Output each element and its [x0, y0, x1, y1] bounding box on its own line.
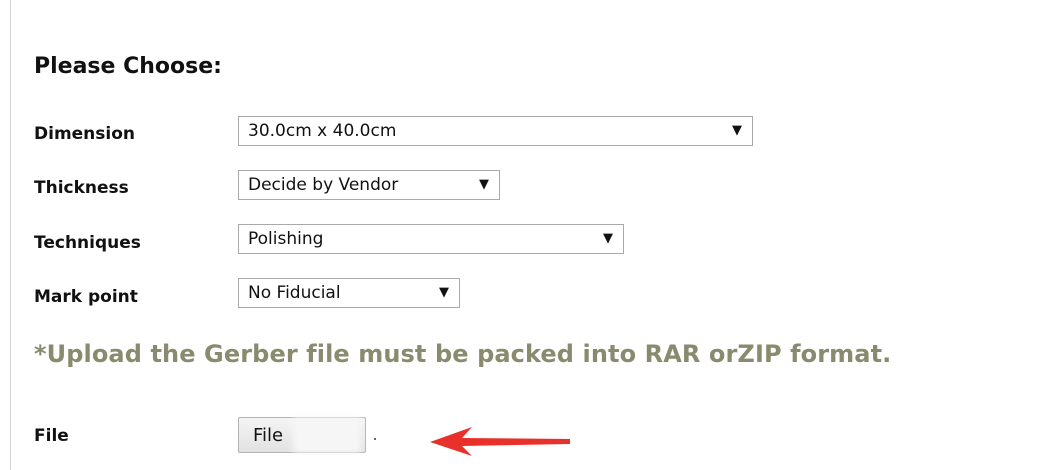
dimension-select[interactable]: 30.0cm x 40.0cm ▼ [238, 116, 753, 146]
chevron-down-icon: ▼ [603, 231, 613, 246]
chevron-down-icon: ▼ [439, 285, 449, 300]
file-choose-button[interactable]: File [238, 417, 366, 453]
thickness-selected-value: Decide by Vendor [248, 175, 399, 195]
upload-format-notice: *Upload the Gerber file must be packed i… [34, 340, 892, 368]
chevron-down-icon: ▼ [479, 177, 489, 192]
dimension-selected-value: 30.0cm x 40.0cm [248, 121, 397, 141]
mark-point-select[interactable]: No Fiducial ▼ [238, 278, 460, 308]
techniques-select[interactable]: Polishing ▼ [238, 224, 624, 254]
file-status-dot [374, 438, 376, 440]
file-label: File [34, 426, 69, 446]
dimension-label: Dimension [34, 124, 136, 144]
page-heading: Please Choose: [34, 54, 222, 79]
thickness-label: Thickness [34, 178, 129, 198]
chevron-down-icon: ▼ [732, 123, 742, 138]
thickness-select[interactable]: Decide by Vendor ▼ [238, 170, 500, 200]
techniques-selected-value: Polishing [248, 229, 324, 249]
left-border-rule [10, 0, 11, 470]
blurred-filename-area [297, 421, 357, 449]
mark-point-label: Mark point [34, 287, 138, 307]
techniques-label: Techniques [34, 233, 141, 253]
red-arrow-icon [430, 427, 570, 456]
file-button-label: File [253, 425, 284, 446]
mark-point-selected-value: No Fiducial [248, 283, 341, 303]
red-arrow-shape [430, 427, 570, 456]
